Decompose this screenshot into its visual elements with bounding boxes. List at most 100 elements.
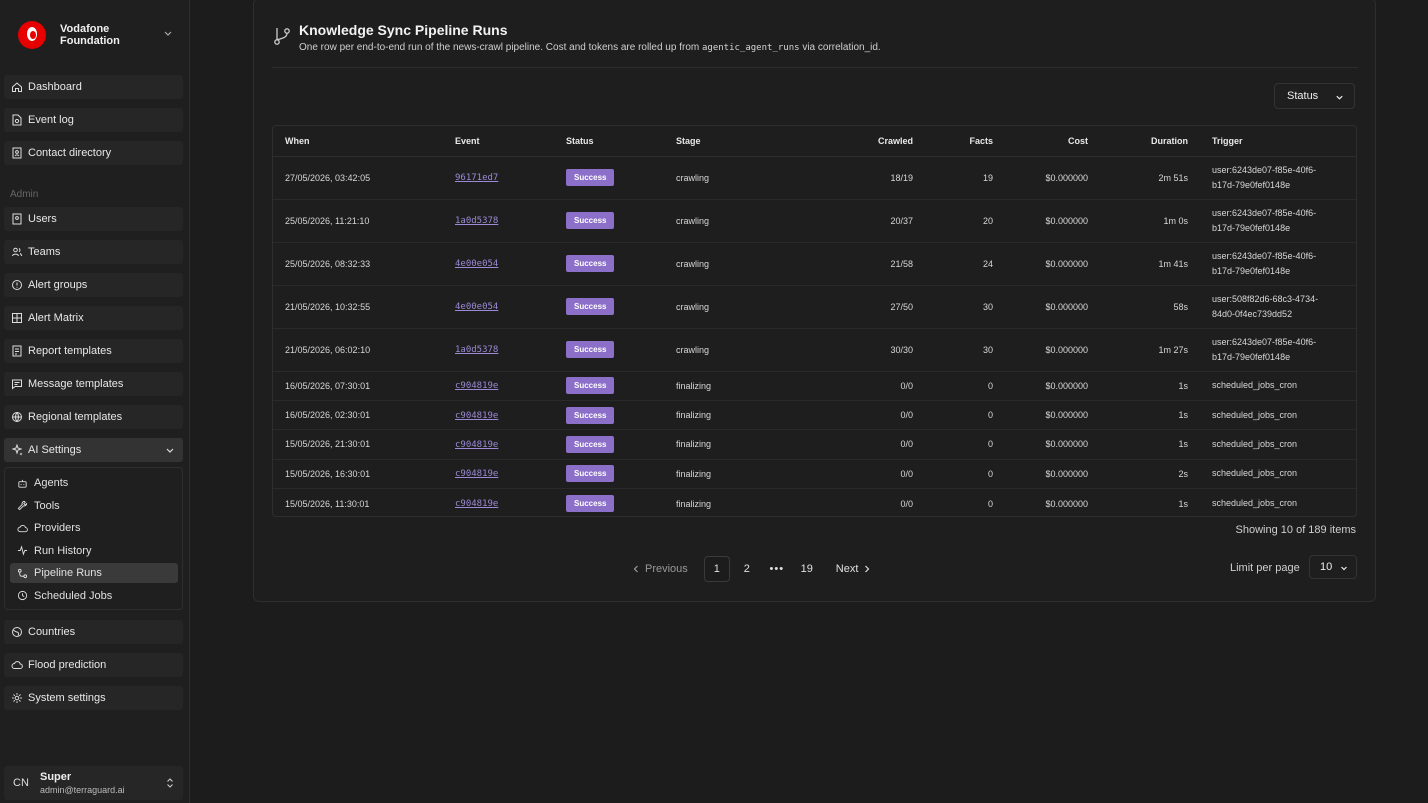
cell-facts: 0	[987, 498, 993, 509]
table-row[interactable]: 25/05/2026, 08:32:33 4e00e054 Success crawl…	[273, 242, 1356, 286]
sidebar-item-teams[interactable]: Teams	[4, 240, 183, 264]
page-2-button[interactable]: 2	[734, 556, 760, 582]
cell-when: 21/05/2026, 10:32:55	[273, 285, 443, 329]
event-link[interactable]: 1a0d5378	[455, 345, 498, 355]
cell-crawled: 20/37	[774, 199, 925, 243]
cell-when: 25/05/2026, 08:32:33	[273, 242, 443, 286]
submenu-item-scheduled-jobs[interactable]: Scheduled Jobs	[10, 586, 178, 606]
table-row[interactable]: 16/05/2026, 02:30:01 c904819e Success final…	[273, 400, 1356, 431]
cell-cost: $0.000000	[1005, 242, 1100, 286]
sidebar-item-report-templates[interactable]: Report templates	[4, 339, 183, 363]
event-link[interactable]: c904819e	[455, 440, 498, 450]
file-search-icon	[12, 114, 22, 126]
cell-cost: $0.000000	[1005, 429, 1100, 460]
pipeline-runs-table: When Event Status Stage Crawled Facts Co…	[272, 125, 1357, 517]
col-facts[interactable]: Facts	[925, 126, 1005, 157]
table-row[interactable]: 21/05/2026, 06:02:10 1a0d5378 Success crawl…	[273, 328, 1356, 372]
cell-trigger: scheduled_jobs_cron	[1200, 400, 1356, 431]
cell-status: Success	[554, 156, 664, 200]
col-event[interactable]: Event	[443, 126, 554, 157]
sidebar-item-regional-templates[interactable]: Regional templates	[4, 405, 183, 429]
sidebar-item-contact-directory[interactable]: Contact directory	[4, 141, 183, 165]
cell-status: Success	[554, 429, 664, 460]
cell-cost: $0.000000	[1005, 285, 1100, 329]
cell-duration: 1s	[1100, 400, 1200, 431]
col-status[interactable]: Status	[554, 126, 664, 157]
table-row[interactable]: 27/05/2026, 03:42:05 96171ed7 Success crawl…	[273, 156, 1356, 200]
event-link[interactable]: c904819e	[455, 381, 498, 391]
col-when[interactable]: When	[273, 126, 443, 157]
cell-facts: 0	[925, 429, 1005, 460]
cell-status: Success	[554, 328, 664, 372]
cell-cost: $0.000000	[1005, 156, 1100, 200]
users-icon	[12, 247, 23, 257]
cell-crawled: 0/0	[774, 400, 925, 431]
sidebar-item-users[interactable]: Users	[4, 207, 183, 231]
submenu-item-run-history[interactable]: Run History	[10, 541, 178, 561]
cell-trigger: scheduled_jobs_cron	[1200, 429, 1356, 460]
sidebar-item-message-templates[interactable]: Message templates	[4, 372, 183, 396]
user-menu[interactable]: CN Super admin@terraguard.ai	[4, 766, 183, 800]
submenu-item-providers[interactable]: Providers	[10, 518, 178, 538]
sidebar-item-alert-groups[interactable]: Alert groups	[4, 273, 183, 297]
table-row[interactable]: 15/05/2026, 21:30:01 c904819e Success final…	[273, 429, 1356, 460]
cell-event: c904819e	[443, 489, 554, 516]
sidebar-item-label: Alert Matrix	[28, 312, 84, 324]
event-link[interactable]: 4e00e054	[455, 302, 498, 312]
col-trigger[interactable]: Trigger	[1200, 126, 1356, 157]
cell-when: 25/05/2026, 11:21:10	[273, 199, 443, 243]
sidebar-item-ai-settings[interactable]: AI Settings	[4, 438, 183, 462]
limit-per-page-select[interactable]: 10	[1309, 555, 1357, 579]
sidebar-item-label: Countries	[28, 626, 76, 638]
page-1-button[interactable]: 1	[703, 556, 730, 582]
event-link[interactable]: c904819e	[455, 411, 498, 421]
sidebar-item-label: Report templates	[28, 345, 112, 357]
event-link[interactable]: 4e00e054	[455, 259, 498, 269]
table-row[interactable]: 15/05/2026, 11:30:01 c904819e Success final…	[273, 489, 1356, 516]
sidebar-item-flood-prediction[interactable]: Flood prediction	[4, 653, 183, 677]
sidebar-item-countries[interactable]: Countries	[4, 620, 183, 644]
cell-trigger: scheduled_jobs_cron	[1212, 498, 1298, 508]
previous-page-button[interactable]: Previous	[632, 563, 688, 575]
event-link[interactable]: 96171ed7	[455, 173, 498, 183]
sidebar-item-dashboard[interactable]: Dashboard	[4, 75, 183, 99]
status-filter-select[interactable]: Status	[1274, 83, 1355, 109]
sidebar-item-event-log[interactable]: Event log	[4, 108, 183, 132]
chevron-left-icon	[633, 565, 638, 573]
submenu-item-label: Pipeline Runs	[34, 567, 102, 579]
table-header-row: When Event Status Stage Crawled Facts Co…	[273, 126, 1356, 157]
cell-duration: 2m 51s	[1100, 156, 1200, 200]
robot-icon	[18, 479, 27, 488]
cell-duration: 1m 0s	[1100, 199, 1200, 243]
sidebar: Vodafone Foundation Dashboard Event log …	[0, 0, 190, 803]
event-link[interactable]: c904819e	[455, 469, 498, 479]
event-link[interactable]: c904819e	[455, 499, 498, 509]
sidebar-item-label: Message templates	[28, 378, 124, 390]
submenu-item-label: Agents	[34, 477, 69, 489]
cell-duration: 1m 27s	[1100, 328, 1200, 372]
cell-crawled: 0/0	[774, 371, 925, 401]
table-row[interactable]: 25/05/2026, 11:21:10 1a0d5378 Success crawl…	[273, 199, 1356, 243]
submenu-item-agents[interactable]: Agents	[10, 473, 178, 493]
next-page-button[interactable]: Next	[836, 563, 872, 575]
col-duration[interactable]: Duration	[1100, 126, 1200, 157]
cell-crawled: 30/30	[774, 328, 925, 372]
cell-crawled: 0/0	[774, 459, 925, 490]
brand-switcher[interactable]: Vodafone Foundation	[18, 20, 183, 50]
table-row[interactable]: 15/05/2026, 16:30:01 c904819e Success final…	[273, 459, 1356, 490]
event-link[interactable]: 1a0d5378	[455, 216, 498, 226]
col-stage[interactable]: Stage	[664, 126, 774, 157]
sidebar-item-system-settings[interactable]: System settings	[4, 686, 183, 710]
submenu-item-pipeline-runs[interactable]: Pipeline Runs	[10, 563, 178, 583]
status-badge: Success	[566, 406, 615, 424]
cell-when: 16/05/2026, 07:30:01	[273, 371, 443, 401]
col-crawled[interactable]: Crawled	[774, 126, 925, 157]
sidebar-item-alert-matrix[interactable]: Alert Matrix	[4, 306, 183, 330]
cell-stage: crawling	[664, 199, 774, 243]
col-cost[interactable]: Cost	[1005, 126, 1100, 157]
table-row[interactable]: 21/05/2026, 10:32:55 4e00e054 Success crawl…	[273, 285, 1356, 329]
cell-event: c904819e	[443, 400, 554, 431]
table-row[interactable]: 16/05/2026, 07:30:01 c904819e Success final…	[273, 371, 1356, 401]
page-19-button[interactable]: 19	[794, 556, 820, 582]
submenu-item-tools[interactable]: Tools	[10, 496, 178, 516]
